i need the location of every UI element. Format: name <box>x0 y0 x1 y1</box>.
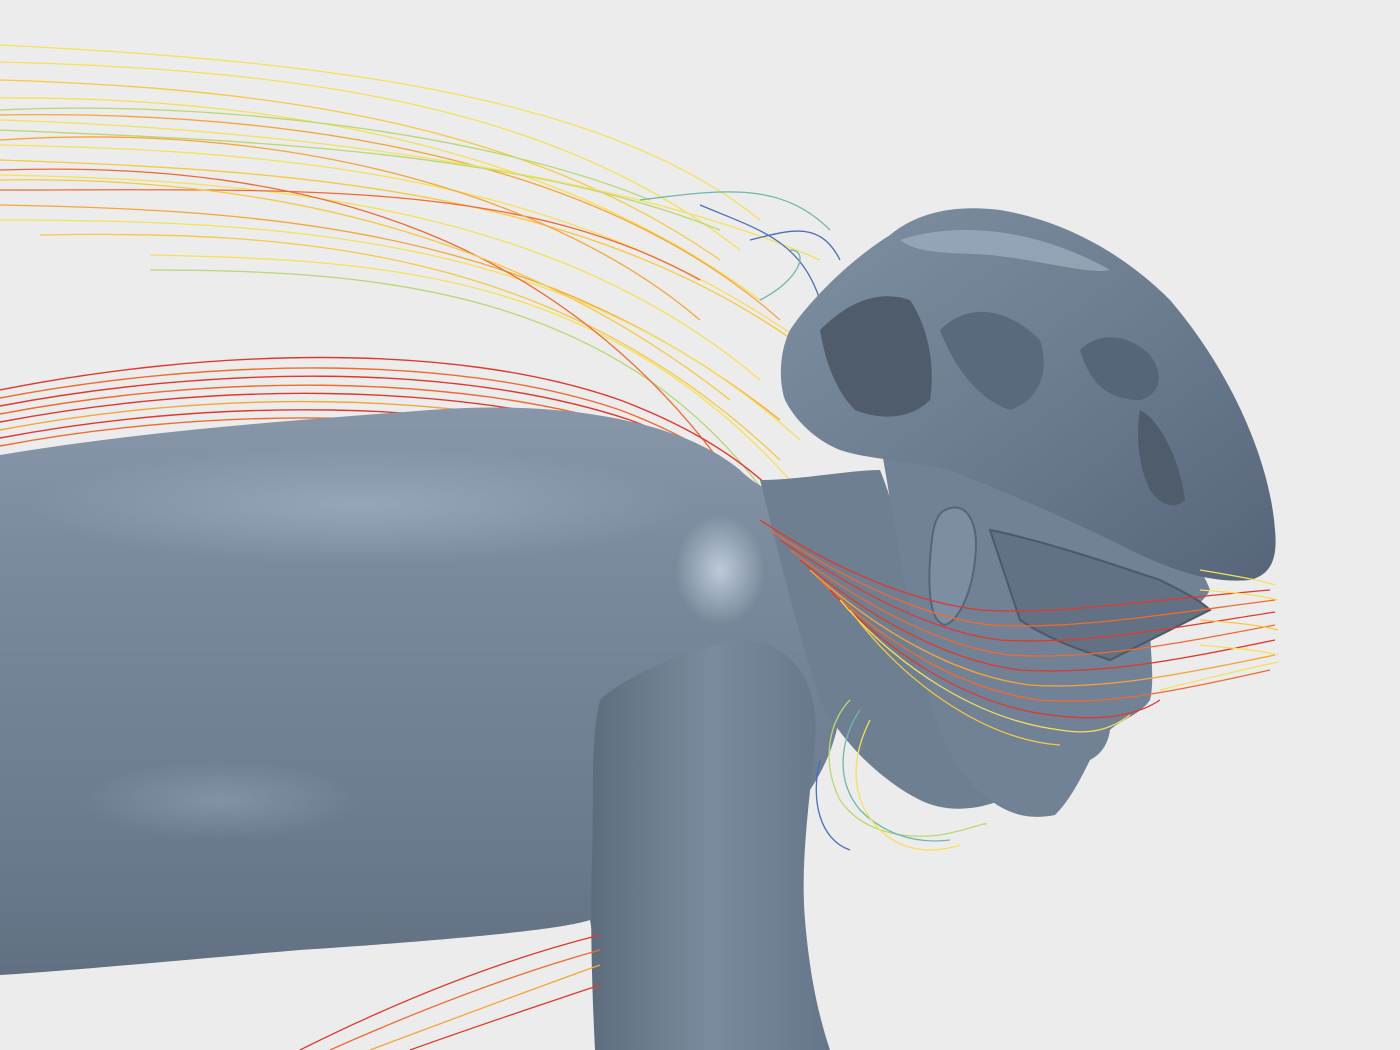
cfd-render <box>0 44 1279 1050</box>
back-highlight <box>30 445 690 565</box>
lower-back-highlight <box>80 760 360 840</box>
shoulder-highlight <box>675 515 765 625</box>
arm <box>591 640 830 1050</box>
streamlines-lower <box>299 934 601 1050</box>
cfd-visualization-canvas <box>0 0 1400 1050</box>
